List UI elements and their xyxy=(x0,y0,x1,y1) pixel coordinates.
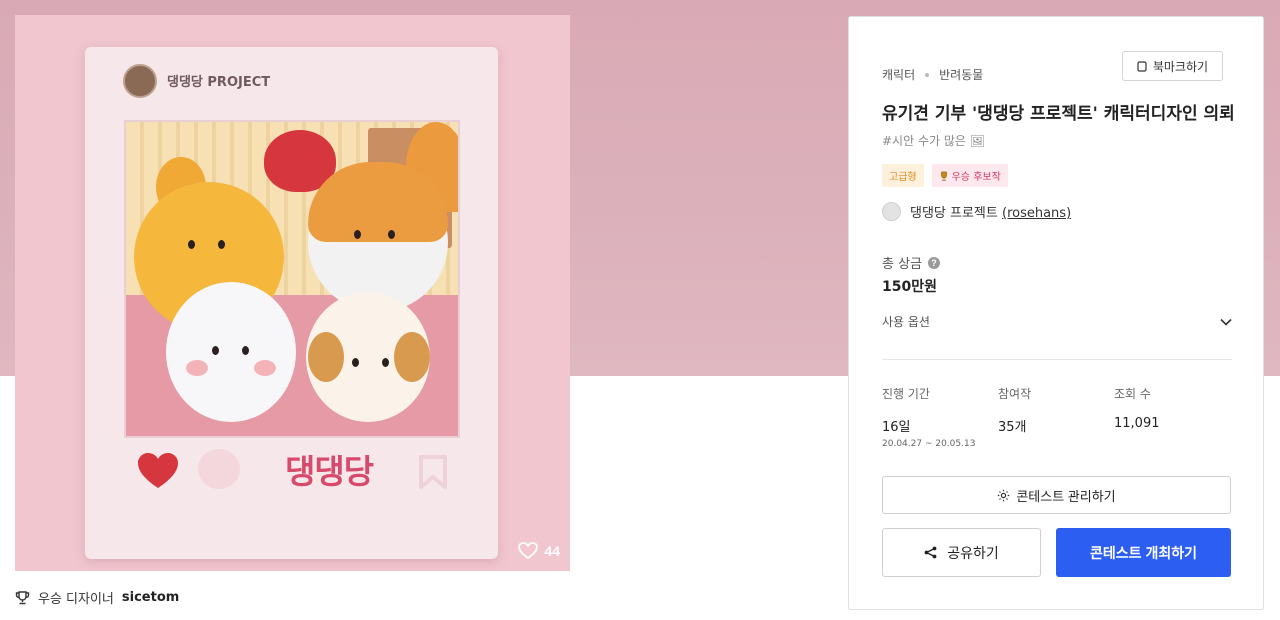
winner-name[interactable]: sicetom xyxy=(122,590,179,605)
winner-candidate-label: 우승 후보작 xyxy=(951,172,1001,183)
winner-designer: 우승 디자이너 sicetom xyxy=(15,588,179,607)
total-prize-value: 150만원 xyxy=(882,279,937,295)
share-icon xyxy=(924,546,937,559)
like-count: 44 xyxy=(544,542,560,559)
contest-tag: #시안 수가 많은 🖼 xyxy=(882,134,985,148)
breadcrumb-separator xyxy=(925,72,930,77)
divider xyxy=(882,359,1232,360)
contest-info-panel: 캐릭터 반려동물 북마크하기 유기견 기부 '댕댕당 프로젝트' 캐릭터디자인 … xyxy=(848,16,1264,610)
help-icon[interactable]: ? xyxy=(928,256,941,269)
contest-title: 유기견 기부 '댕댕당 프로젝트' 캐릭터디자인 의뢰 xyxy=(882,104,1235,124)
author-name: 댕댕당 프로젝트 xyxy=(910,206,998,221)
stat-value: 16일 xyxy=(882,420,911,435)
stat-entries: 참여작 35개 xyxy=(998,385,1114,449)
trophy-icon xyxy=(15,591,30,605)
stat-label: 진행 기간 xyxy=(882,387,930,401)
stat-views: 조회 수 11,091 xyxy=(1114,385,1230,449)
usage-options-toggle[interactable]: 사용 옵션 xyxy=(882,313,1232,330)
gear-icon xyxy=(998,489,1010,501)
comment-icon xyxy=(198,449,240,489)
stat-label: 참여작 xyxy=(998,387,1032,401)
contest-stats: 진행 기간 16일 20.04.27 ~ 20.05.13 참여작 35개 조회… xyxy=(882,385,1232,449)
artwork-image[interactable]: 댕댕당 PROJECT 댕댕당 44 xyxy=(15,15,570,571)
prize-label-text: 총 상금 xyxy=(882,257,923,272)
heart-icon xyxy=(138,453,178,488)
winner-prefix: 우승 디자이너 xyxy=(38,592,114,607)
badge-group: 고급형 우승 후보작 xyxy=(882,164,1008,187)
bookmark-icon xyxy=(419,455,447,489)
winner-candidate-badge: 우승 후보작 xyxy=(931,164,1008,187)
breadcrumb: 캐릭터 반려동물 xyxy=(882,66,983,83)
stat-date-range: 20.04.27 ~ 20.05.13 xyxy=(882,439,976,449)
photo-frame: 댕댕당 PROJECT 댕댕당 xyxy=(85,47,498,559)
usage-options-label: 사용 옵션 xyxy=(882,315,930,329)
frame-title: 댕댕당 PROJECT xyxy=(167,75,271,90)
breadcrumb-category[interactable]: 캐릭터 xyxy=(882,66,915,83)
bookmark-label: 북마크하기 xyxy=(1152,59,1209,74)
stat-duration: 진행 기간 16일 20.04.27 ~ 20.05.13 xyxy=(882,385,998,449)
frame-logo: 댕댕당 xyxy=(285,452,374,491)
breadcrumb-subcategory[interactable]: 반려동물 xyxy=(939,66,983,83)
stat-value: 11,091 xyxy=(1114,416,1160,431)
share-button[interactable]: 공유하기 xyxy=(882,528,1041,577)
author-avatar xyxy=(882,202,901,221)
stat-value: 35개 xyxy=(998,420,1027,435)
bookmark-outline-icon xyxy=(1137,60,1147,72)
chevron-down-icon xyxy=(1220,318,1232,326)
grade-badge: 고급형 xyxy=(882,164,924,187)
author-id-link[interactable]: (rosehans) xyxy=(1002,206,1071,221)
trophy-icon xyxy=(940,171,947,181)
character-illustration xyxy=(124,120,460,438)
white-dog-character xyxy=(166,282,296,422)
manage-contest-label: 콘테스트 관리하기 xyxy=(1016,488,1116,504)
host-contest-button[interactable]: 콘테스트 개최하기 xyxy=(1056,528,1231,577)
stat-label: 조회 수 xyxy=(1114,387,1151,401)
bookmark-button[interactable]: 북마크하기 xyxy=(1122,51,1223,81)
heart-outline-icon xyxy=(518,542,539,559)
host-contest-label: 콘테스트 개최하기 xyxy=(1090,544,1197,561)
share-label: 공유하기 xyxy=(947,544,999,561)
frame-avatar xyxy=(123,64,157,98)
total-prize-label: 총 상금 ? xyxy=(882,253,941,272)
author-row[interactable]: 댕댕당 프로젝트 (rosehans) xyxy=(882,202,1071,221)
like-counter[interactable]: 44 xyxy=(518,542,560,559)
manage-contest-button[interactable]: 콘테스트 관리하기 xyxy=(882,476,1231,514)
